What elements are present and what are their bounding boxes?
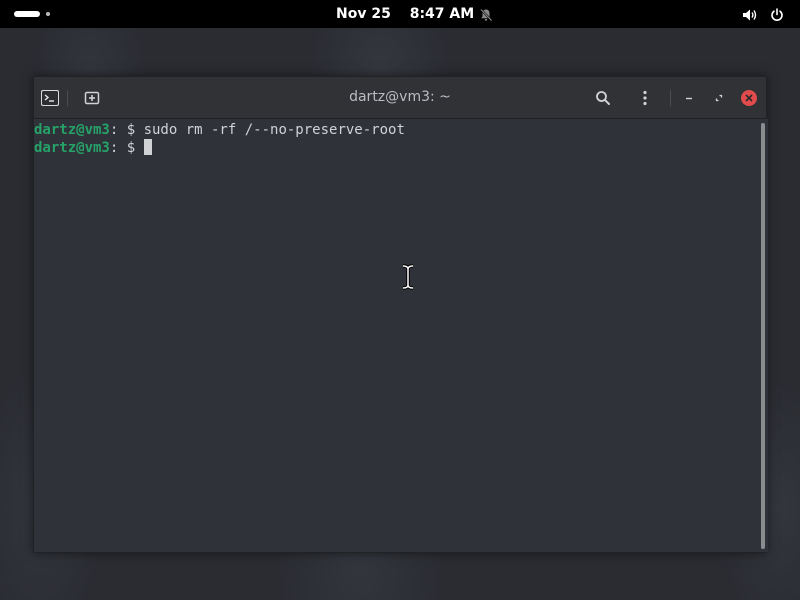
search-icon	[596, 91, 610, 105]
prompt-separator: : $	[109, 140, 144, 156]
restore-icon	[715, 94, 723, 102]
top-bar: Nov 25 8:47 AM	[0, 0, 800, 28]
terminal-output[interactable]: dartz@vm3: $ sudo rm -rf /--no-preserve-…	[34, 119, 758, 552]
activities-indicator[interactable]	[14, 11, 54, 17]
close-icon	[741, 90, 757, 106]
clock-time: 8:47 AM	[409, 6, 475, 22]
menu-button[interactable]	[633, 86, 657, 110]
clock-date: Nov 25	[336, 6, 391, 22]
volume-icon	[742, 7, 758, 21]
header-separator	[670, 90, 671, 106]
scrollbar-thumb[interactable]	[761, 123, 765, 549]
dnd-bell-off-icon	[479, 7, 493, 22]
terminal-window[interactable]: dartz@vm3: ~ dartz@vm3: $ sudo rm -rf /-…	[33, 76, 768, 553]
prompt-separator: : $	[109, 122, 144, 138]
prompt-user-host: dartz@vm3	[34, 122, 110, 138]
scrollbar[interactable]	[758, 119, 768, 552]
close-button[interactable]	[737, 86, 761, 110]
terminal-line: dartz@vm3: $	[34, 139, 758, 157]
terminal-line: dartz@vm3: $ sudo rm -rf /--no-preserve-…	[34, 121, 758, 139]
clock[interactable]: Nov 25 8:47 AM	[336, 6, 474, 22]
restore-button[interactable]	[707, 86, 731, 110]
window-headerbar[interactable]: dartz@vm3: ~	[34, 77, 766, 119]
command-text: sudo rm -rf /--no-preserve-root	[143, 122, 405, 138]
minimize-icon	[686, 97, 692, 100]
text-cursor	[143, 139, 152, 155]
search-button[interactable]	[591, 86, 615, 110]
minimize-button[interactable]	[677, 86, 701, 110]
ibeam-cursor-icon	[401, 264, 415, 290]
prompt-user-host: dartz@vm3	[34, 140, 110, 156]
menu-dots-icon	[643, 90, 647, 106]
power-icon	[770, 7, 786, 21]
